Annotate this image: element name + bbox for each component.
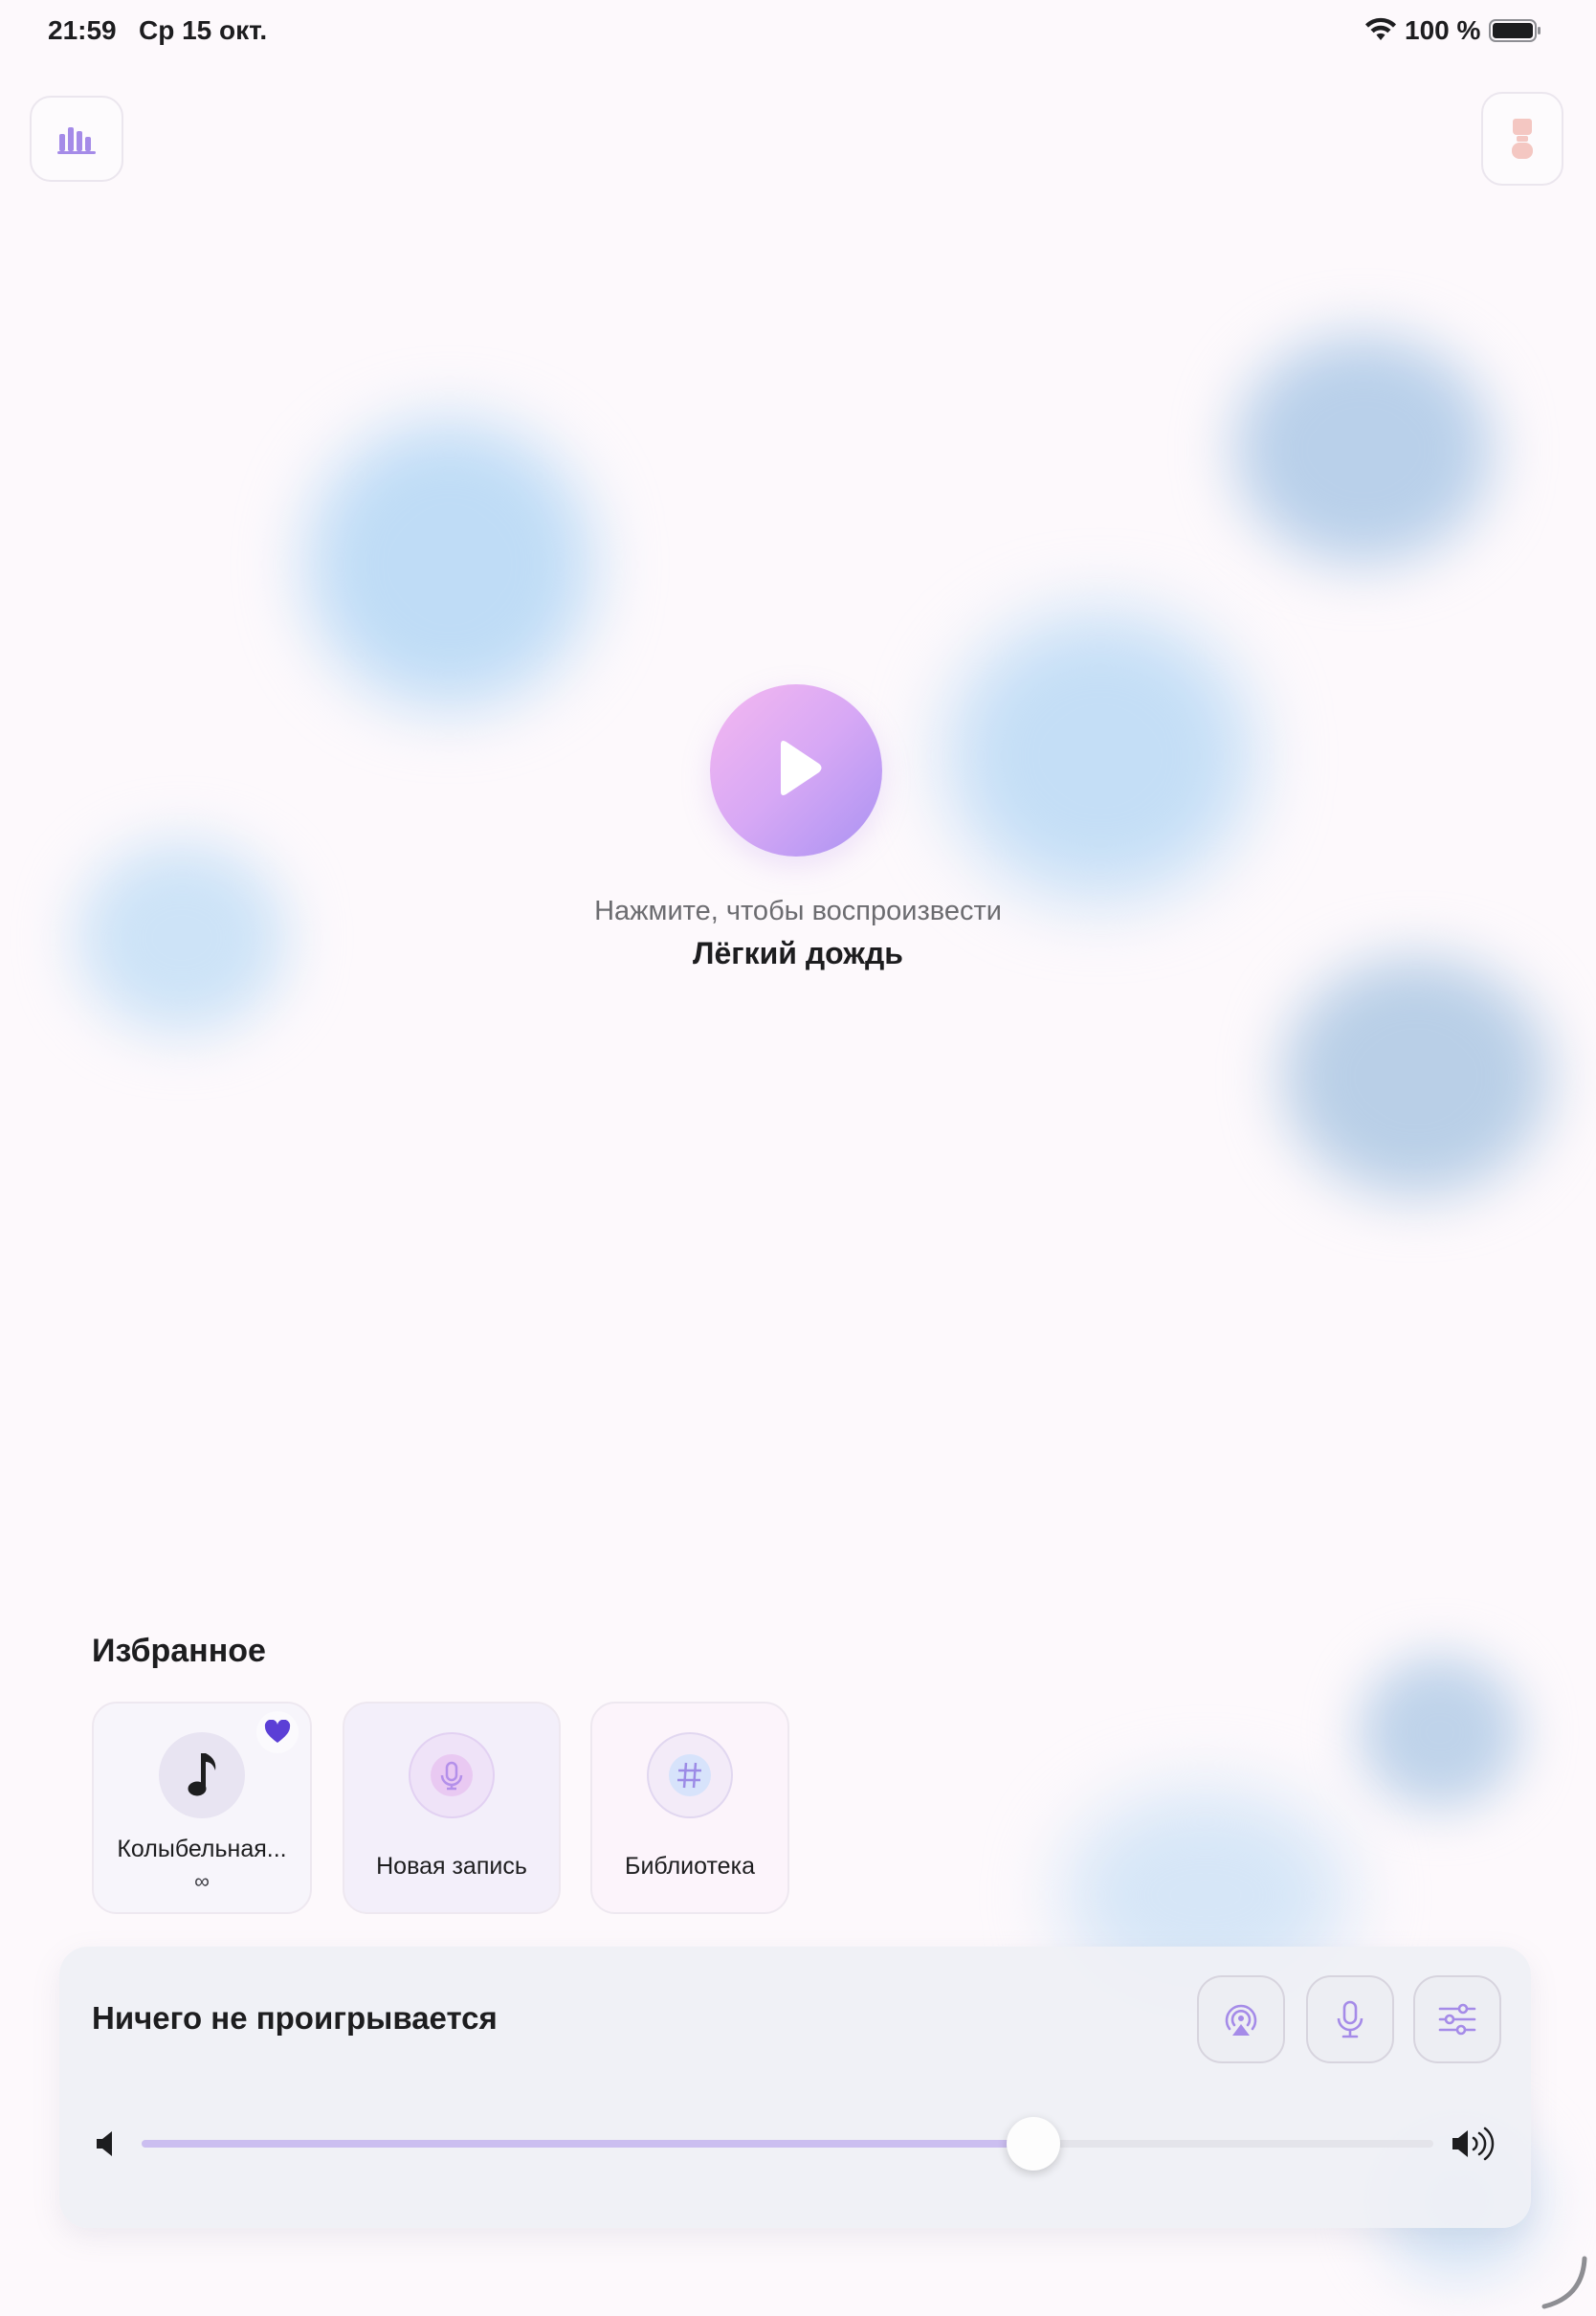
resize-corner-indicator	[1541, 2256, 1587, 2309]
background-blob	[306, 421, 593, 708]
favorite-label: Библиотека	[625, 1853, 755, 1880]
now-playing-status: Ничего не проигрывается	[92, 2000, 498, 2036]
favorite-duration: ∞	[194, 1869, 210, 1893]
status-bar: 21:59 Ср 15 окт. 100 %	[0, 0, 1596, 61]
battery-icon	[1489, 19, 1541, 42]
sound-mixer-button[interactable]	[30, 96, 123, 182]
favorite-card-new-recording[interactable]: Новая запись	[343, 1702, 561, 1914]
airplay-button[interactable]	[1197, 1975, 1285, 2063]
airplay-icon	[1225, 2004, 1257, 2036]
sliders-icon	[1438, 2003, 1476, 2036]
hashtag-icon	[669, 1754, 711, 1796]
battery-percent: 100 %	[1405, 15, 1481, 45]
favorite-label: Колыбельная...	[117, 1836, 287, 1862]
play-button[interactable]	[710, 684, 882, 857]
status-time: 21:59	[48, 15, 117, 45]
background-blob	[947, 612, 1253, 900]
volume-slider-fill	[142, 2140, 1033, 2148]
microphone-icon	[431, 1754, 473, 1796]
favorite-card-lullaby[interactable]: Колыбельная... ∞	[92, 1702, 312, 1914]
music-note-icon	[188, 1753, 216, 1796]
equalizer-settings-button[interactable]	[1413, 1975, 1501, 2063]
fav-icon-circle	[409, 1732, 495, 1818]
favorite-label: Новая запись	[376, 1853, 527, 1880]
fav-icon-circle	[647, 1732, 733, 1818]
heart-badge	[256, 1711, 299, 1753]
current-sound-name: Лёгкий дождь	[693, 936, 903, 970]
heart-icon	[264, 1720, 291, 1743]
wifi-icon	[1365, 17, 1396, 40]
background-blob	[1282, 957, 1550, 1196]
background-blob	[1359, 1656, 1521, 1809]
play-icon	[781, 741, 822, 795]
player-panel: Ничего не проигрывается	[59, 1947, 1531, 2228]
background-blob	[1234, 335, 1493, 565]
volume-slider[interactable]	[142, 2117, 1433, 2171]
night-light-button[interactable]	[1481, 92, 1563, 186]
volume-low-icon	[97, 2131, 112, 2156]
favorite-card-library[interactable]: Библиотека	[590, 1702, 789, 1914]
microphone-button[interactable]	[1306, 1975, 1394, 2063]
volume-slider-thumb[interactable]	[1006, 2117, 1060, 2171]
volume-high-icon	[1452, 2127, 1495, 2161]
favorites-title: Избранное	[92, 1633, 266, 1669]
lamp-icon	[1512, 119, 1533, 159]
fav-icon-circle	[159, 1732, 245, 1818]
play-hint: Нажмите, чтобы воспроизвести	[594, 896, 1002, 926]
bar-chart-icon	[57, 127, 96, 154]
microphone-icon	[1337, 2000, 1363, 2038]
status-date: Ср 15 окт.	[139, 15, 268, 45]
